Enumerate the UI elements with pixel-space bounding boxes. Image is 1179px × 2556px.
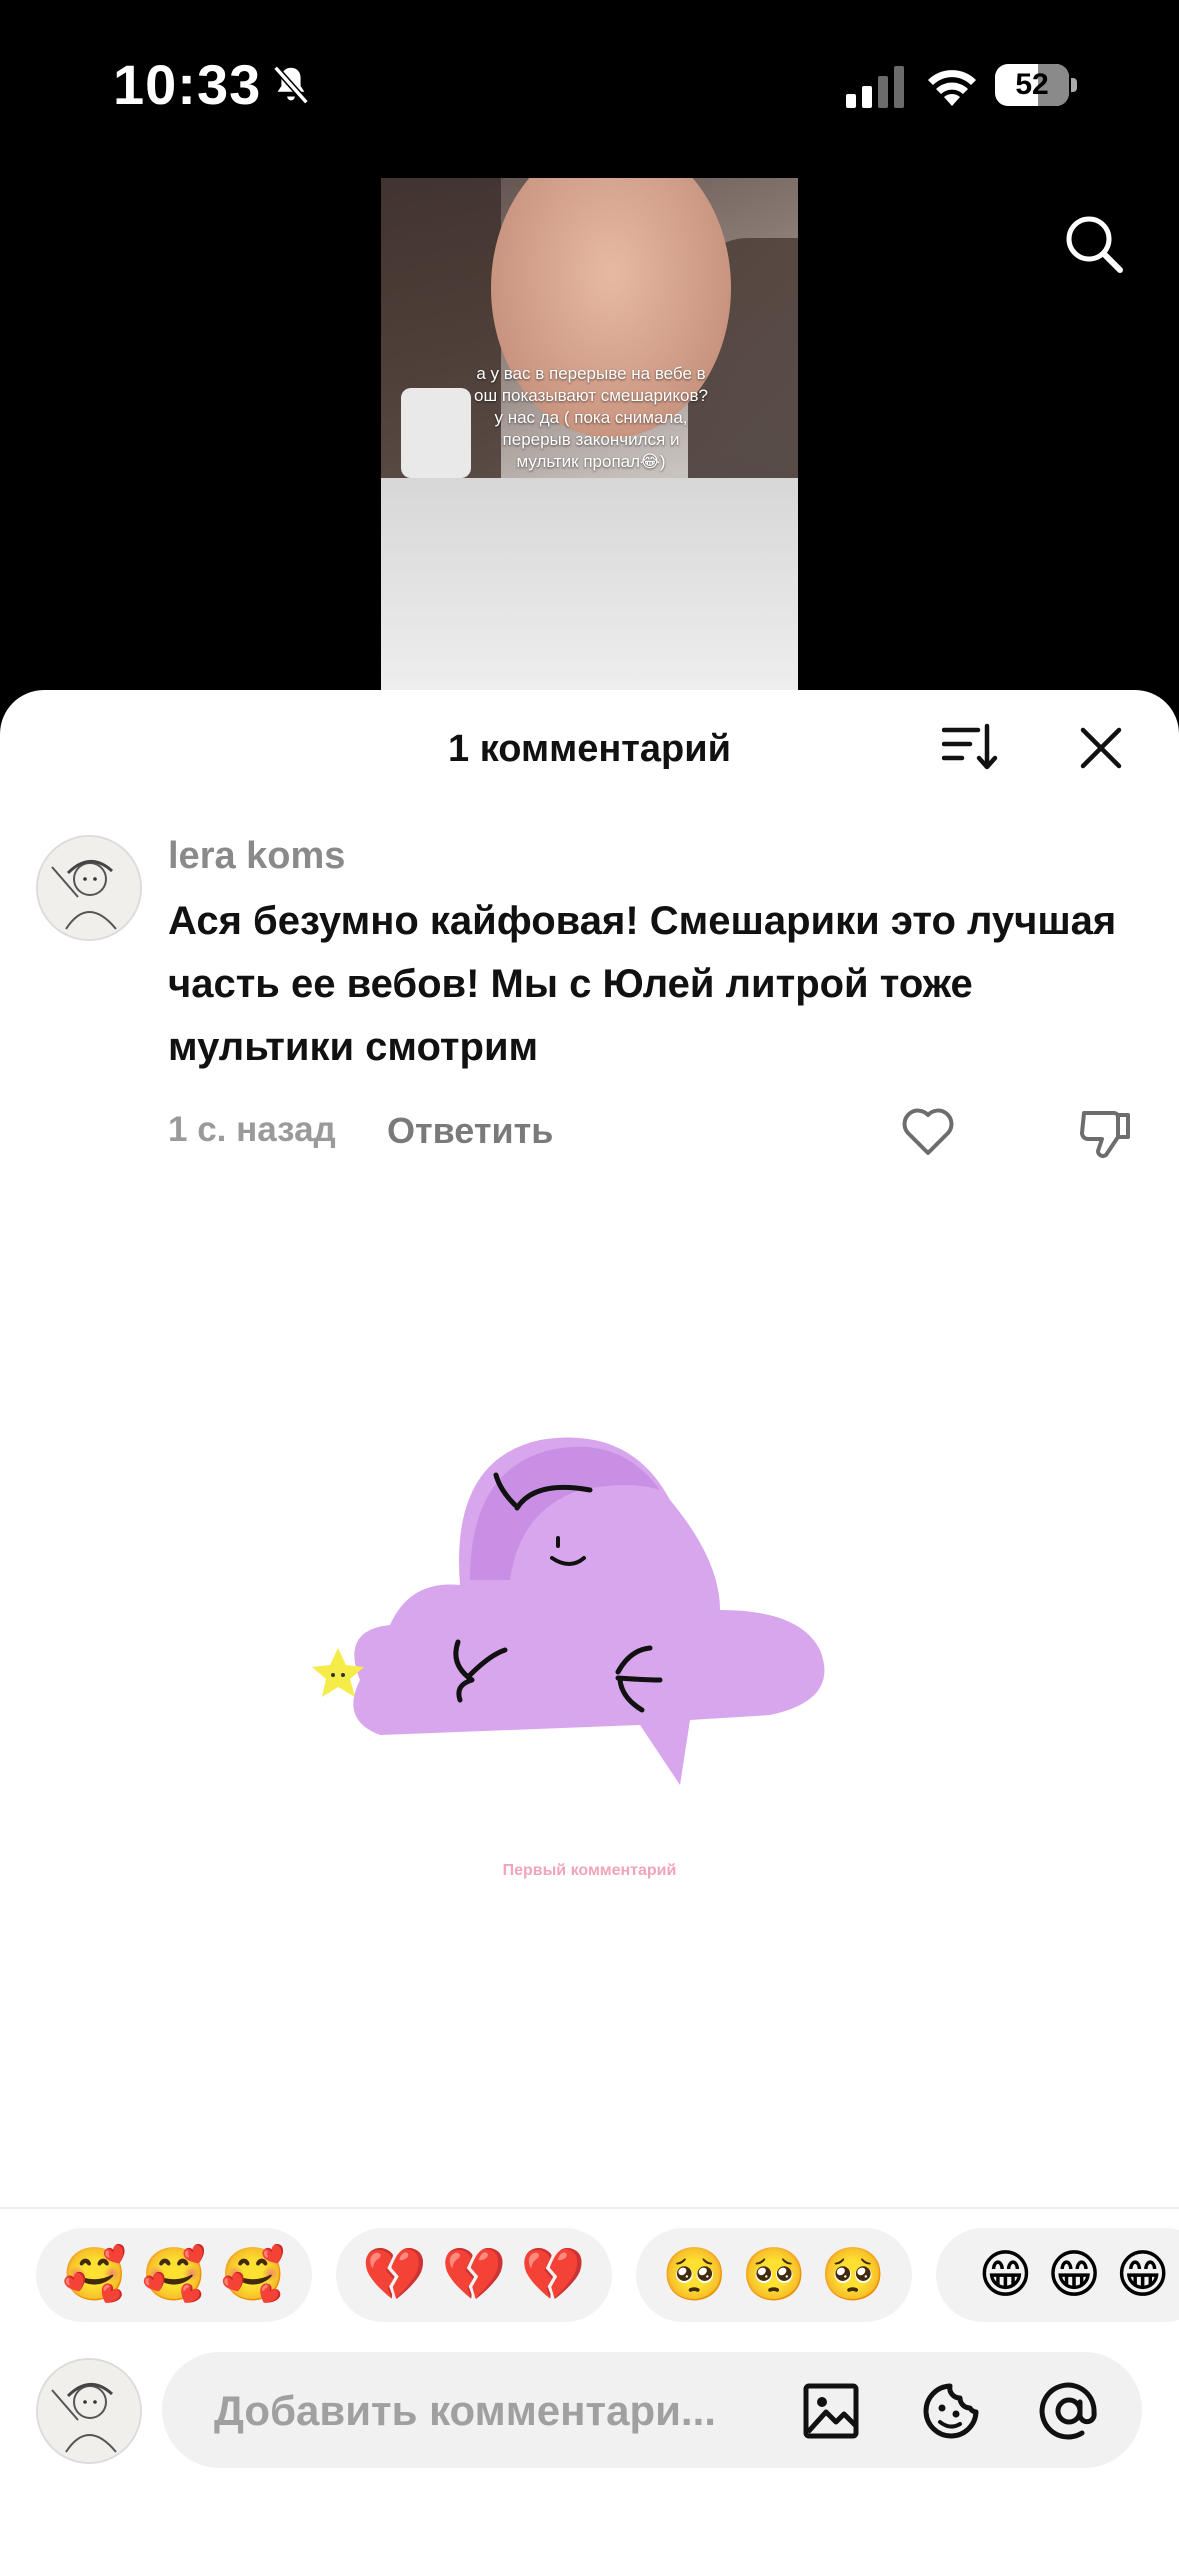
comments-count-title: 1 комментарий	[448, 728, 731, 770]
comment-timestamp: 1 с. назад	[168, 1110, 336, 1149]
sort-icon[interactable]	[942, 722, 998, 772]
close-icon[interactable]	[1079, 726, 1123, 770]
comment-composer	[162, 2352, 1142, 2470]
wifi-icon	[928, 70, 976, 106]
image-icon[interactable]	[800, 2380, 862, 2442]
comment-username[interactable]: lera koms	[168, 835, 345, 878]
my-avatar[interactable]	[36, 2358, 142, 2464]
emoji-pill-pleading-face[interactable]: 🥺 🥺 🥺	[636, 2228, 912, 2322]
first-comment-label: Первый комментарий	[502, 1862, 677, 1879]
status-time: 10:33	[113, 53, 262, 116]
comment-input[interactable]	[212, 2352, 776, 2470]
reply-button[interactable]: Ответить	[387, 1110, 553, 1152]
video-caption: а у вас в перерыве на вебе в ош показыва…	[474, 364, 708, 471]
commenter-avatar[interactable]	[36, 835, 142, 941]
status-bar: 10:33 52	[0, 0, 1179, 170]
emoji-suggestions: 🥰 🥰 🥰 💔 💔 💔 🥺 🥺 🥺 😁 😁 😁	[36, 2228, 1179, 2324]
emoji-pill-broken-heart[interactable]: 💔 💔 💔	[336, 2228, 612, 2322]
emoji-pill-grinning-face[interactable]: 😁 😁 😁	[936, 2228, 1179, 2322]
sticker-icon[interactable]	[920, 2380, 982, 2442]
search-icon[interactable]	[1062, 212, 1126, 276]
composer-divider	[0, 2207, 1179, 2209]
comments-sheet: 1 комментарий lera koms Ася безумно кайф…	[0, 690, 1179, 2556]
battery-level: 52	[1015, 68, 1049, 101]
emoji-pill-smiling-hearts[interactable]: 🥰 🥰 🥰	[36, 2228, 312, 2322]
battery-indicator: 52	[995, 64, 1077, 108]
heart-icon[interactable]	[900, 1105, 956, 1157]
purple-cloud-illustration	[312, 1437, 825, 1785]
bell-slash-icon	[273, 65, 309, 105]
at-icon[interactable]	[1038, 2380, 1100, 2442]
comment-text: Ася безумно кайфовая! Смешарики это лучш…	[168, 899, 1117, 1069]
cellular-signal-icon	[846, 66, 904, 108]
video-preview[interactable]: а у вас в перерыве на вебе в ош показыва…	[381, 178, 798, 690]
thumbs-down-icon[interactable]	[1078, 1105, 1134, 1161]
